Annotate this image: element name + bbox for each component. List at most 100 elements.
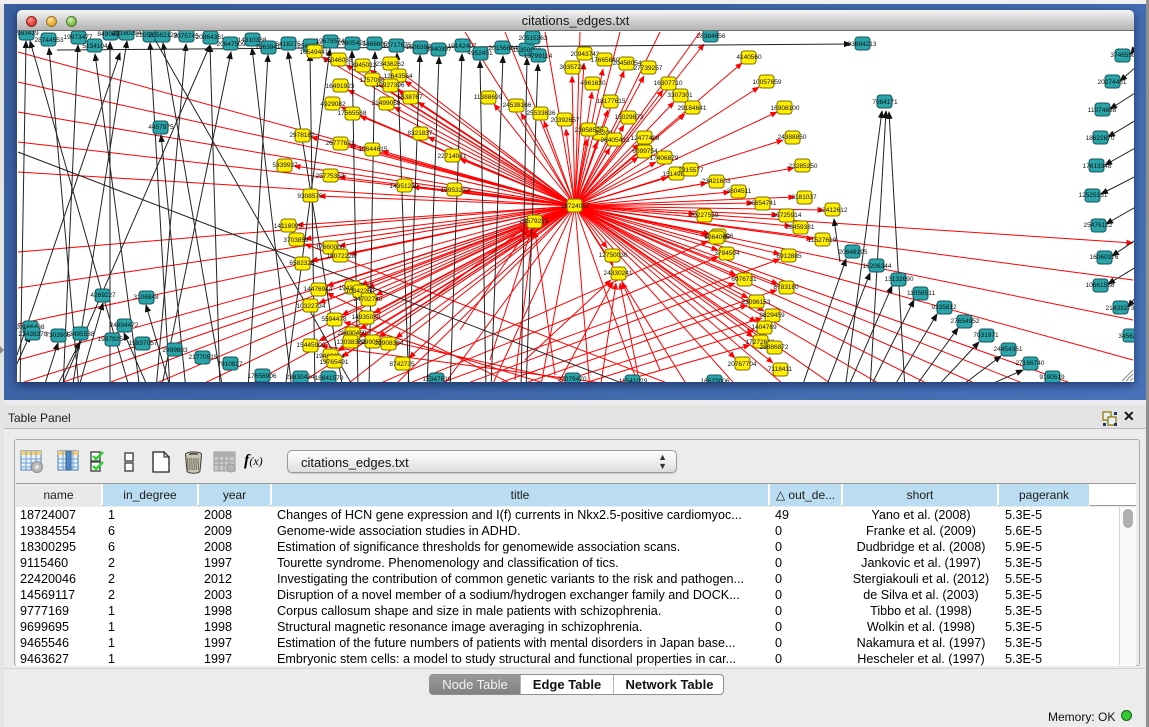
svg-text:20227559: 20227559 bbox=[690, 212, 719, 219]
svg-text:23285250: 23285250 bbox=[789, 163, 818, 170]
svg-text:3604511: 3604511 bbox=[727, 188, 752, 195]
svg-text:3784504: 3784504 bbox=[714, 250, 740, 257]
svg-text:25533636: 25533636 bbox=[527, 110, 556, 117]
svg-text:20648195: 20648195 bbox=[839, 249, 868, 256]
svg-text:26405433: 26405433 bbox=[601, 137, 630, 144]
svg-text:20767704: 20767704 bbox=[728, 361, 757, 368]
svg-text:16908100: 16908100 bbox=[771, 105, 800, 112]
svg-text:12412612: 12412612 bbox=[819, 207, 848, 214]
svg-text:5594478: 5594478 bbox=[321, 316, 347, 323]
svg-text:16491923: 16491923 bbox=[326, 83, 355, 90]
svg-text:29184641: 29184641 bbox=[678, 105, 707, 112]
svg-text:15347616: 15347616 bbox=[423, 376, 452, 382]
svg-text:3181037: 3181037 bbox=[791, 194, 817, 201]
svg-text:3307301: 3307301 bbox=[667, 92, 693, 99]
svg-text:4961630: 4961630 bbox=[580, 80, 606, 87]
svg-text:23884213: 23884213 bbox=[848, 41, 877, 48]
svg-text:9190519: 9190519 bbox=[1039, 374, 1065, 381]
svg-text:14935038: 14935038 bbox=[352, 314, 381, 321]
svg-text:9308575: 9308575 bbox=[297, 193, 323, 200]
svg-text:6064065: 6064065 bbox=[704, 234, 730, 241]
svg-text:18177615: 18177615 bbox=[597, 98, 626, 105]
svg-text:23858526: 23858526 bbox=[575, 127, 604, 134]
svg-text:24702740: 24702740 bbox=[354, 296, 383, 303]
svg-text:8321837: 8321837 bbox=[407, 130, 433, 137]
svg-text:23908384: 23908384 bbox=[375, 340, 404, 347]
svg-text:16072228: 16072228 bbox=[327, 253, 356, 260]
svg-text:20364361: 20364361 bbox=[196, 34, 225, 41]
svg-text:19142407: 19142407 bbox=[448, 43, 477, 50]
svg-text:1404769: 1404769 bbox=[751, 324, 777, 331]
svg-text:16307710: 16307710 bbox=[654, 80, 683, 87]
svg-text:11074688: 11074688 bbox=[1088, 107, 1117, 114]
svg-text:4269227: 4269227 bbox=[90, 292, 116, 299]
svg-text:26777621: 26777621 bbox=[326, 140, 355, 147]
svg-text:10661588: 10661588 bbox=[1086, 282, 1115, 289]
svg-text:8742735: 8742735 bbox=[389, 361, 415, 368]
svg-text:23436262: 23436262 bbox=[376, 61, 405, 68]
svg-text:4929082: 4929082 bbox=[320, 101, 346, 108]
svg-text:16623006: 16623006 bbox=[701, 378, 730, 382]
svg-text:11527619: 11527619 bbox=[808, 237, 837, 244]
svg-text:22714041: 22714041 bbox=[438, 153, 467, 160]
svg-text:3035728: 3035728 bbox=[559, 64, 585, 71]
svg-text:2999883: 2999883 bbox=[162, 347, 188, 354]
svg-text:27739257: 27739257 bbox=[634, 65, 663, 72]
svg-text:28744553: 28744553 bbox=[35, 37, 64, 44]
svg-text:25476122: 25476122 bbox=[1084, 222, 1113, 229]
svg-text:21433273: 21433273 bbox=[1106, 305, 1134, 312]
svg-text:11388699: 11388699 bbox=[474, 94, 503, 101]
svg-text:20392657: 20392657 bbox=[551, 117, 580, 124]
svg-text:19937057: 19937057 bbox=[129, 340, 158, 347]
svg-text:2315577: 2315577 bbox=[678, 167, 704, 174]
svg-text:11058511: 11058511 bbox=[907, 290, 935, 297]
svg-text:18622670: 18622670 bbox=[1086, 135, 1115, 142]
svg-text:16206344: 16206344 bbox=[863, 263, 892, 270]
svg-text:21499058: 21499058 bbox=[372, 100, 401, 107]
svg-text:24538166: 24538166 bbox=[503, 102, 532, 109]
svg-text:28579219: 28579219 bbox=[520, 218, 549, 225]
svg-text:16060376: 16060376 bbox=[1090, 254, 1119, 261]
svg-text:7118411: 7118411 bbox=[768, 366, 793, 373]
svg-text:20274461: 20274461 bbox=[1098, 79, 1127, 86]
svg-text:13765491: 13765491 bbox=[320, 359, 349, 366]
svg-text:15953222: 15953222 bbox=[441, 187, 470, 194]
svg-text:28384656: 28384656 bbox=[697, 33, 726, 40]
svg-text:27654952: 27654952 bbox=[951, 318, 980, 325]
svg-text:14476944: 14476944 bbox=[304, 286, 333, 293]
svg-text:6099754: 6099754 bbox=[632, 148, 658, 155]
svg-text:28459381: 28459381 bbox=[786, 224, 815, 231]
svg-text:19379254: 19379254 bbox=[98, 336, 127, 343]
svg-text:4140560: 4140560 bbox=[736, 54, 762, 61]
svg-text:12525131: 12525131 bbox=[1079, 192, 1108, 199]
svg-text:14351230: 14351230 bbox=[390, 183, 419, 190]
svg-text:17656906: 17656906 bbox=[248, 373, 277, 380]
svg-text:3106848: 3106848 bbox=[133, 294, 159, 301]
svg-text:12927396: 12927396 bbox=[376, 82, 405, 89]
svg-text:20515263: 20515263 bbox=[519, 35, 548, 42]
svg-text:23096153: 23096153 bbox=[742, 299, 771, 306]
svg-text:24894472: 24894472 bbox=[110, 322, 139, 329]
svg-text:3703859: 3703859 bbox=[283, 237, 309, 244]
svg-text:14118095: 14118095 bbox=[274, 223, 303, 230]
svg-text:15445909: 15445909 bbox=[297, 342, 326, 349]
svg-text:12477488: 12477488 bbox=[631, 135, 660, 142]
svg-text:5154104: 5154104 bbox=[82, 43, 108, 50]
svg-text:13132690: 13132690 bbox=[885, 276, 914, 283]
svg-text:27166740: 27166740 bbox=[1016, 360, 1045, 367]
svg-text:26654741: 26654741 bbox=[748, 200, 777, 207]
svg-text:6912885: 6912885 bbox=[776, 253, 802, 260]
svg-text:13038362: 13038362 bbox=[337, 339, 366, 346]
svg-text:10549441: 10549441 bbox=[300, 49, 329, 56]
svg-text:24330241: 24330241 bbox=[604, 270, 633, 277]
svg-text:4457975: 4457975 bbox=[148, 124, 174, 131]
svg-text:12750036: 12750036 bbox=[599, 252, 628, 259]
svg-text:2978182: 2978182 bbox=[289, 132, 315, 139]
svg-text:24454361: 24454361 bbox=[994, 346, 1023, 353]
svg-text:5339937: 5339937 bbox=[272, 162, 298, 169]
svg-text:11541029: 11541029 bbox=[619, 378, 648, 382]
svg-text:15029873: 15029873 bbox=[615, 114, 644, 121]
svg-text:6638767: 6638767 bbox=[397, 94, 423, 101]
svg-text:19799114: 19799114 bbox=[524, 53, 553, 60]
svg-text:6582326: 6582326 bbox=[289, 260, 315, 267]
